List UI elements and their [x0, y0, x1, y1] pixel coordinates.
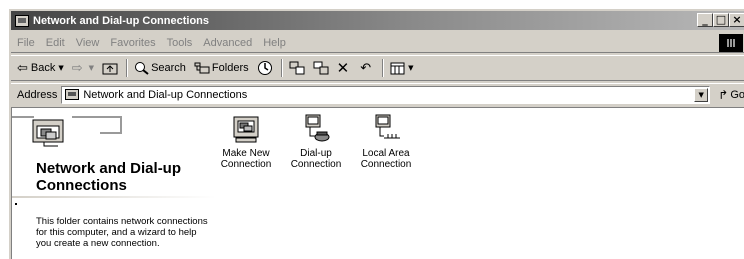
window-controls: _ □ ×: [697, 13, 744, 27]
views-icon: [390, 62, 405, 74]
dialup-connection-label: Dial-up Connection: [290, 148, 342, 170]
go-label: Go: [730, 88, 744, 101]
address-field[interactable]: Network and Dial-up Connections ▼: [61, 85, 711, 104]
pane-title: Network and Dial-up Connections: [36, 160, 181, 194]
delete-button[interactable]: ✕: [337, 59, 353, 77]
search-label: Search: [151, 62, 186, 74]
dialup-connection-item[interactable]: Dial-up Connection: [284, 114, 348, 170]
delete-x-icon: ✕: [336, 59, 350, 77]
undo-button[interactable]: ↶: [360, 61, 374, 76]
address-bar: Address Network and Dial-up Connections …: [11, 83, 744, 105]
toolbar-separator: [126, 59, 129, 77]
undo-icon: ↶: [360, 60, 372, 76]
standard-toolbar: ⇦ Back ▼ ⇨ ▼ Search Folders ✕ ↶ ▼: [11, 55, 744, 81]
go-arrow-icon: ↱: [718, 87, 729, 102]
move-to-icon: [289, 61, 305, 75]
back-button[interactable]: ⇦ Back ▼: [17, 61, 64, 76]
back-arrow-icon: ⇦: [17, 60, 28, 76]
go-button[interactable]: ↱ Go: [718, 88, 744, 102]
address-label: Address: [17, 88, 58, 101]
copy-to-icon: [313, 61, 329, 75]
make-new-connection-icon: [233, 116, 259, 143]
make-new-connection-item[interactable]: Make New Connection: [214, 114, 278, 170]
menu-bar: File Edit View Favorites Tools Advanced …: [11, 33, 744, 53]
toolbar-separator: [280, 59, 283, 77]
views-dropdown-icon[interactable]: ▼: [408, 64, 413, 72]
folders-button[interactable]: Folders: [194, 61, 249, 75]
folders-label: Folders: [211, 62, 249, 74]
address-value: Network and Dial-up Connections: [83, 88, 248, 101]
make-new-connection-label: Make New Connection: [220, 148, 272, 170]
forward-dropdown-icon[interactable]: ▼: [89, 64, 94, 72]
local-area-connection-icon: [375, 114, 400, 139]
local-area-connection-label: Local Area Connection: [360, 148, 412, 170]
pane-description: This folder contains network connections…: [36, 216, 208, 249]
web-view-pane: Network and Dial-up Connections This fol…: [12, 108, 216, 259]
menu-tools[interactable]: Tools: [167, 37, 193, 49]
menu-file[interactable]: File: [17, 37, 35, 49]
search-button[interactable]: Search: [134, 61, 186, 75]
up-folder-icon: [102, 63, 118, 75]
menu-help[interactable]: Help: [263, 37, 286, 49]
folders-icon: [194, 62, 210, 74]
menu-favorites[interactable]: Favorites: [110, 37, 155, 49]
forward-arrow-icon: ⇨: [71, 60, 83, 76]
history-button[interactable]: [257, 60, 273, 76]
forward-button[interactable]: ⇨ ▼: [72, 61, 94, 76]
back-label: Back: [30, 62, 56, 74]
copy-to-button[interactable]: [313, 61, 329, 75]
window-title: Network and Dial-up Connections: [33, 14, 210, 27]
menu-advanced[interactable]: Advanced: [203, 37, 252, 49]
network-folder-icon: [65, 89, 80, 100]
windows-logo-icon: [719, 34, 743, 52]
dialup-connection-icon: [305, 114, 330, 142]
close-button[interactable]: ×: [729, 13, 744, 27]
menu-view[interactable]: View: [76, 37, 100, 49]
search-icon: [135, 62, 149, 75]
menu-edit[interactable]: Edit: [46, 37, 65, 49]
network-connections-large-icon: [32, 119, 64, 147]
toolbar-separator: [382, 59, 385, 77]
minimize-button[interactable]: _: [697, 13, 713, 27]
back-dropdown-icon[interactable]: ▼: [58, 64, 63, 72]
network-folder-icon: [15, 14, 29, 27]
views-button[interactable]: ▼: [390, 62, 413, 75]
pane-title-line2: Connections: [36, 177, 127, 194]
title-bar[interactable]: Network and Dial-up Connections _ □ ×: [11, 11, 744, 30]
history-icon: [257, 61, 272, 75]
up-folder-button[interactable]: [102, 61, 118, 75]
folder-content: Network and Dial-up Connections This fol…: [11, 107, 744, 259]
move-to-button[interactable]: [289, 61, 305, 75]
local-area-connection-item[interactable]: Local Area Connection: [354, 114, 418, 170]
explorer-window: Network and Dial-up Connections _ □ × Fi…: [8, 8, 744, 259]
maximize-button[interactable]: □: [713, 13, 729, 27]
pane-title-line1: Network and Dial-up: [36, 160, 182, 177]
address-dropdown-icon[interactable]: ▼: [694, 87, 709, 102]
pane-divider: [12, 196, 216, 198]
